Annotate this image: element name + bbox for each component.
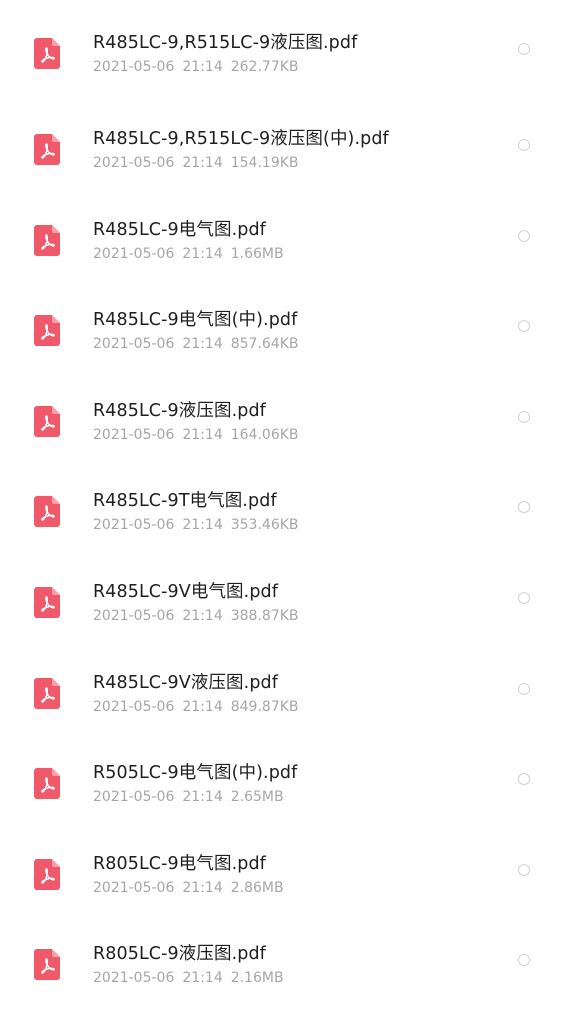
file-meta: 2021-05-06 21:14 857.64KB bbox=[93, 336, 299, 352]
file-row[interactable]: R485LC-9V液压图.pdf 2021-05-06 21:14 849.87KB bbox=[0, 640, 562, 731]
file-time: 21:14 bbox=[182, 789, 223, 806]
select-radio[interactable] bbox=[518, 320, 530, 333]
file-time: 21:14 bbox=[182, 245, 223, 262]
select-radio[interactable] bbox=[518, 954, 530, 967]
pdf-file-icon bbox=[34, 496, 60, 528]
file-date: 2021-05-06 bbox=[93, 426, 175, 443]
file-name: R485LC-9,R515LC-9液压图(中).pdf bbox=[93, 129, 389, 149]
pdf-file-icon bbox=[34, 405, 60, 437]
file-meta: 2021-05-06 21:14 2.16MB bbox=[93, 970, 284, 986]
select-radio[interactable] bbox=[518, 501, 530, 514]
file-time: 21:14 bbox=[182, 970, 223, 987]
select-radio[interactable] bbox=[518, 43, 530, 55]
select-radio[interactable] bbox=[518, 863, 530, 876]
file-date: 2021-05-06 bbox=[93, 517, 175, 534]
file-date: 2021-05-06 bbox=[93, 336, 175, 353]
file-size: 2.16MB bbox=[230, 970, 284, 987]
pdf-file-icon bbox=[34, 38, 60, 69]
file-row[interactable]: R805LC-9液压图.pdf 2021-05-06 21:14 2.16MB bbox=[0, 911, 562, 1002]
select-radio[interactable] bbox=[518, 591, 530, 604]
file-date: 2021-05-06 bbox=[93, 970, 175, 987]
file-time: 21:14 bbox=[182, 426, 223, 443]
file-row[interactable]: R485LC-9,R515LC-9液压图.pdf 2021-05-06 21:14… bbox=[0, 0, 562, 96]
file-name: R485LC-9液压图.pdf bbox=[93, 400, 266, 421]
file-meta: 2021-05-06 21:14 849.87KB bbox=[93, 699, 299, 715]
file-name: R485LC-9电气图.pdf bbox=[93, 219, 266, 240]
file-name: R805LC-9电气图.pdf bbox=[93, 853, 266, 874]
file-time: 21:14 bbox=[182, 155, 223, 171]
file-name: R505LC-9电气图(中).pdf bbox=[93, 763, 298, 784]
file-name: R485LC-9V电气图.pdf bbox=[93, 581, 278, 602]
pdf-file-icon bbox=[34, 768, 60, 800]
file-size: 353.46KB bbox=[230, 517, 299, 534]
file-size: 262.77KB bbox=[230, 59, 299, 75]
file-time: 21:14 bbox=[182, 879, 223, 896]
file-date: 2021-05-06 bbox=[93, 879, 175, 896]
pdf-file-icon bbox=[34, 858, 60, 890]
file-row[interactable]: R485LC-9,R515LC-9液压图(中).pdf 2021-05-06 21… bbox=[0, 96, 562, 187]
file-meta: 2021-05-06 21:14 2.65MB bbox=[93, 789, 284, 805]
file-meta: 2021-05-06 21:14 353.46KB bbox=[93, 517, 299, 533]
file-meta: 2021-05-06 21:14 388.87KB bbox=[93, 608, 299, 624]
file-time: 21:14 bbox=[182, 698, 223, 715]
file-time: 21:14 bbox=[182, 607, 223, 624]
file-list: R485LC-9,R515LC-9液压图.pdf 2021-05-06 21:14… bbox=[0, 0, 562, 1016]
file-date: 2021-05-06 bbox=[93, 245, 175, 262]
file-meta: 2021-05-06 21:14 154.19KB bbox=[93, 155, 299, 171]
file-row[interactable]: R485LC-9电气图(中).pdf 2021-05-06 21:14 857.64… bbox=[0, 277, 562, 368]
file-size: 164.06KB bbox=[230, 426, 299, 443]
pdf-file-icon bbox=[34, 134, 60, 165]
file-size: 857.64KB bbox=[230, 336, 299, 353]
file-size: 1.66MB bbox=[230, 245, 284, 262]
pdf-file-icon bbox=[34, 586, 60, 618]
file-date: 2021-05-06 bbox=[93, 789, 175, 806]
file-meta: 2021-05-06 21:14 2.86MB bbox=[93, 880, 284, 896]
file-row[interactable]: R505LC-9电气图(中).pdf 2021-05-06 21:14 2.65MB bbox=[0, 730, 562, 821]
pdf-file-icon bbox=[34, 677, 60, 709]
file-name: R485LC-9,R515LC-9液压图.pdf bbox=[93, 33, 358, 53]
file-meta: 2021-05-06 21:14 1.66MB bbox=[93, 246, 284, 262]
file-row[interactable]: R485LC-9V电气图.pdf 2021-05-06 21:14 388.87KB bbox=[0, 549, 562, 640]
file-time: 21:14 bbox=[182, 336, 223, 353]
pdf-file-icon bbox=[34, 315, 60, 347]
file-row[interactable]: R485LC-9电气图.pdf 2021-05-06 21:14 1.66MB bbox=[0, 187, 562, 278]
file-row[interactable]: R485LC-9液压图.pdf 2021-05-06 21:14 164.06KB bbox=[0, 368, 562, 459]
file-row[interactable]: R485LC-9T电气图.pdf 2021-05-06 21:14 353.46KB bbox=[0, 458, 562, 549]
file-time: 21:14 bbox=[182, 59, 223, 75]
pdf-file-icon bbox=[34, 949, 60, 981]
file-meta: 2021-05-06 21:14 262.77KB bbox=[93, 59, 299, 75]
file-meta: 2021-05-06 21:14 164.06KB bbox=[93, 427, 299, 443]
file-date: 2021-05-06 bbox=[93, 155, 175, 171]
file-size: 2.86MB bbox=[230, 879, 284, 896]
file-date: 2021-05-06 bbox=[93, 59, 175, 75]
file-name: R485LC-9V液压图.pdf bbox=[93, 672, 278, 693]
file-name: R485LC-9T电气图.pdf bbox=[93, 491, 277, 512]
file-size: 849.87KB bbox=[230, 698, 299, 715]
file-size: 388.87KB bbox=[230, 607, 299, 624]
select-radio[interactable] bbox=[518, 682, 530, 695]
file-name: R805LC-9液压图.pdf bbox=[93, 944, 266, 965]
select-radio[interactable] bbox=[518, 410, 530, 423]
file-name: R485LC-9电气图(中).pdf bbox=[93, 310, 298, 331]
file-date: 2021-05-06 bbox=[93, 698, 175, 715]
file-row[interactable]: R805LC-9电气图.pdf 2021-05-06 21:14 2.86MB bbox=[0, 821, 562, 912]
pdf-file-icon bbox=[34, 224, 60, 256]
select-radio[interactable] bbox=[518, 773, 530, 786]
select-radio[interactable] bbox=[518, 229, 530, 242]
file-time: 21:14 bbox=[182, 517, 223, 534]
file-date: 2021-05-06 bbox=[93, 607, 175, 624]
file-size: 2.65MB bbox=[230, 789, 284, 806]
file-size: 154.19KB bbox=[230, 155, 299, 171]
select-radio[interactable] bbox=[518, 139, 530, 151]
